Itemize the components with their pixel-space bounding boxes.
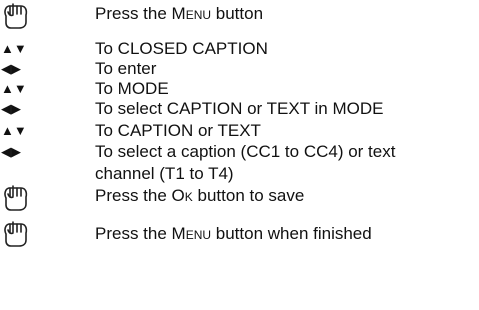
step-text: To enter: [95, 59, 157, 78]
hand-press-icon: [0, 220, 44, 253]
step-text-line-2: channel (T1 to T4): [95, 164, 234, 183]
step-text: To CLOSED CAPTION: [95, 39, 268, 58]
hand-press-icon: [0, 2, 44, 35]
hand-press-icon: [0, 184, 44, 217]
step-text: Press the Ok button to save: [95, 186, 305, 205]
up-down-arrows-icon: ▲▼: [1, 41, 27, 56]
step-text: To MODE: [95, 79, 169, 98]
step-text: To select CAPTION or TEXT in MODE: [95, 99, 384, 118]
left-right-arrows-icon: ◀▶: [1, 101, 21, 116]
left-right-arrows-icon: ◀▶: [1, 61, 21, 76]
instruction-steps: Press the Menu button ▲▼ To CLOSED CAPTI…: [0, 0, 479, 310]
up-down-arrows-icon: ▲▼: [1, 123, 27, 138]
left-right-arrows-icon: ◀▶: [1, 144, 21, 159]
step-text: Press the Menu button: [95, 4, 264, 23]
step-text: Press the Menu button when finished: [95, 224, 372, 243]
step-text: To CAPTION or TEXT: [95, 121, 261, 140]
up-down-arrows-icon: ▲▼: [1, 81, 27, 96]
step-text-line-1: To select a caption (CC1 to CC4) or text: [95, 142, 396, 161]
